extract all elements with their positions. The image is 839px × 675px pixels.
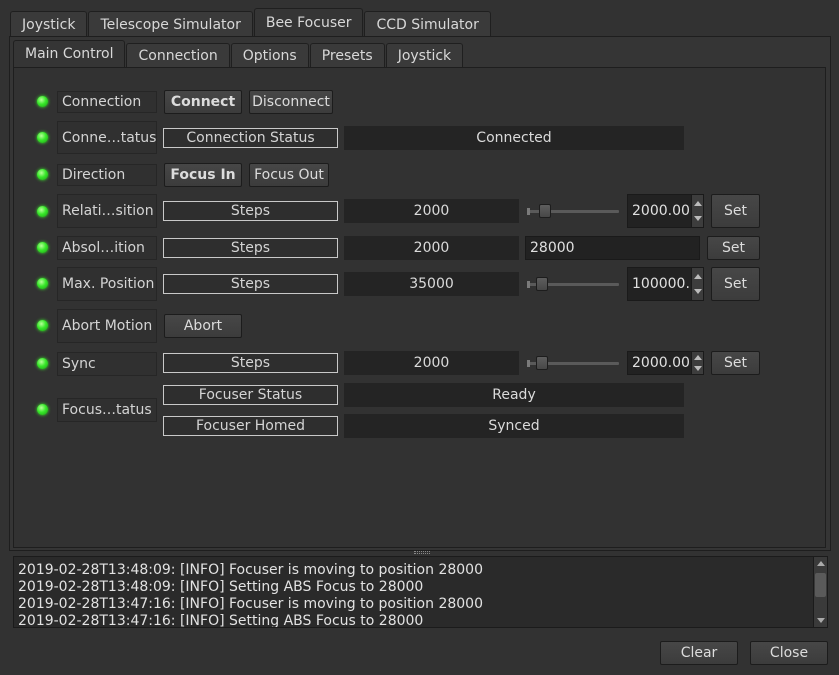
conn-status-label: Conne…tatus	[57, 121, 157, 154]
tab-connection[interactable]: Connection	[126, 43, 230, 67]
sync-slider[interactable]	[527, 355, 619, 371]
abort-motion-led	[37, 320, 48, 331]
focuser-homed-field: Focuser Homed	[163, 416, 338, 436]
relative-position-set-button[interactable]: Set	[711, 194, 760, 228]
direction-label: Direction	[57, 164, 157, 186]
spin-up-icon[interactable]	[694, 355, 702, 360]
abort-button[interactable]: Abort	[164, 314, 242, 338]
relative-position-spinbox[interactable]: 2000.00	[627, 194, 704, 228]
log-line: 2019-02-28T13:47:16: [INFO] Setting ABS …	[18, 613, 424, 628]
focuser-status-value: Ready	[344, 383, 684, 407]
disconnect-button[interactable]: Disconnect	[249, 90, 333, 114]
spin-up-icon[interactable]	[694, 201, 702, 206]
focuser-homed-value: Synced	[344, 414, 684, 438]
max-position-set-button[interactable]: Set	[711, 267, 760, 301]
focus-status-label: Focus…tatus	[57, 398, 157, 422]
device-tabbar: Joystick Telescope Simulator Bee Focuser…	[10, 8, 492, 37]
max-position-slider[interactable]	[527, 276, 619, 292]
tab-main-control[interactable]: Main Control	[13, 40, 126, 67]
conn-status-led	[37, 132, 48, 143]
slider-handle[interactable]	[536, 277, 549, 291]
focus-in-button[interactable]: Focus In	[164, 163, 242, 187]
tab-telescope-simulator[interactable]: Telescope Simulator	[88, 11, 253, 37]
log-scrollbar[interactable]	[813, 557, 827, 627]
abort-motion-label: Abort Motion	[57, 309, 157, 343]
sync-spinbox[interactable]: 2000.00	[627, 351, 704, 375]
max-position-led	[37, 278, 48, 289]
tab-ccd-simulator[interactable]: CCD Simulator	[364, 11, 491, 37]
scrollbar-thumb[interactable]	[815, 573, 826, 597]
relative-position-led	[37, 206, 48, 217]
tab-presets[interactable]: Presets	[309, 43, 385, 67]
splitter-handle[interactable]	[414, 551, 430, 554]
log-line: 2019-02-28T13:48:09: [INFO] Focuser is m…	[18, 562, 483, 578]
message-log: 2019-02-28T13:48:09: [INFO] Focuser is m…	[13, 556, 828, 628]
clear-button[interactable]: Clear	[660, 641, 738, 665]
sync-input[interactable]: 2000.00	[632, 352, 689, 374]
max-position-value: 35000	[344, 272, 519, 296]
connect-button[interactable]: Connect	[164, 90, 242, 114]
absolute-position-label: Absol…ition	[57, 236, 157, 260]
tab-options[interactable]: Options	[230, 43, 309, 67]
connection-status-value: Connected	[344, 126, 684, 150]
spin-up-icon[interactable]	[694, 274, 702, 279]
max-position-spinbox[interactable]: 100000.0	[627, 267, 704, 301]
slider-handle[interactable]	[538, 204, 551, 218]
connection-status-field: Connection Status	[163, 128, 338, 148]
connection-status-led	[37, 96, 48, 107]
scroll-up-icon[interactable]	[817, 561, 825, 566]
focus-out-button[interactable]: Focus Out	[249, 163, 329, 187]
log-line: 2019-02-28T13:48:09: [INFO] Setting ABS …	[18, 579, 424, 595]
focuser-status-field: Focuser Status	[163, 385, 338, 405]
sync-label: Sync	[57, 352, 157, 376]
tab-joystick[interactable]: Joystick	[10, 11, 88, 37]
tab-bee-focuser[interactable]: Bee Focuser	[253, 8, 364, 37]
max-position-label: Max. Position	[57, 267, 157, 301]
scroll-down-icon[interactable]	[817, 618, 825, 623]
absolute-position-set-button[interactable]: Set	[707, 236, 760, 260]
spin-down-icon[interactable]	[694, 289, 702, 294]
relative-position-label: Relati…sition	[57, 194, 157, 228]
close-button[interactable]: Close	[750, 641, 828, 665]
sync-set-button[interactable]: Set	[711, 351, 760, 375]
relative-position-unit: Steps	[163, 201, 338, 221]
absolute-position-unit: Steps	[163, 238, 338, 258]
sync-value: 2000	[344, 351, 519, 375]
absolute-position-value: 2000	[344, 236, 519, 260]
relative-position-slider[interactable]	[527, 203, 619, 219]
absolute-position-led	[37, 242, 48, 253]
sync-led	[37, 358, 48, 369]
absolute-position-input[interactable]: 28000	[525, 236, 700, 260]
slider-handle[interactable]	[536, 356, 549, 370]
tab-joystick-settings[interactable]: Joystick	[385, 43, 464, 67]
log-line: 2019-02-28T13:47:16: [INFO] Focuser is m…	[18, 596, 483, 612]
connection-label: Connection	[57, 91, 157, 113]
max-position-unit: Steps	[163, 274, 338, 294]
group-tabbar: Main Control Connection Options Presets …	[13, 40, 464, 67]
relative-position-value: 2000	[344, 199, 519, 223]
max-position-input[interactable]: 100000.0	[632, 268, 689, 300]
spin-down-icon[interactable]	[694, 366, 702, 371]
sync-unit: Steps	[163, 353, 338, 373]
focus-status-led	[37, 404, 48, 415]
relative-position-input[interactable]: 2000.00	[632, 195, 689, 227]
direction-led	[37, 169, 48, 180]
spin-down-icon[interactable]	[694, 216, 702, 221]
